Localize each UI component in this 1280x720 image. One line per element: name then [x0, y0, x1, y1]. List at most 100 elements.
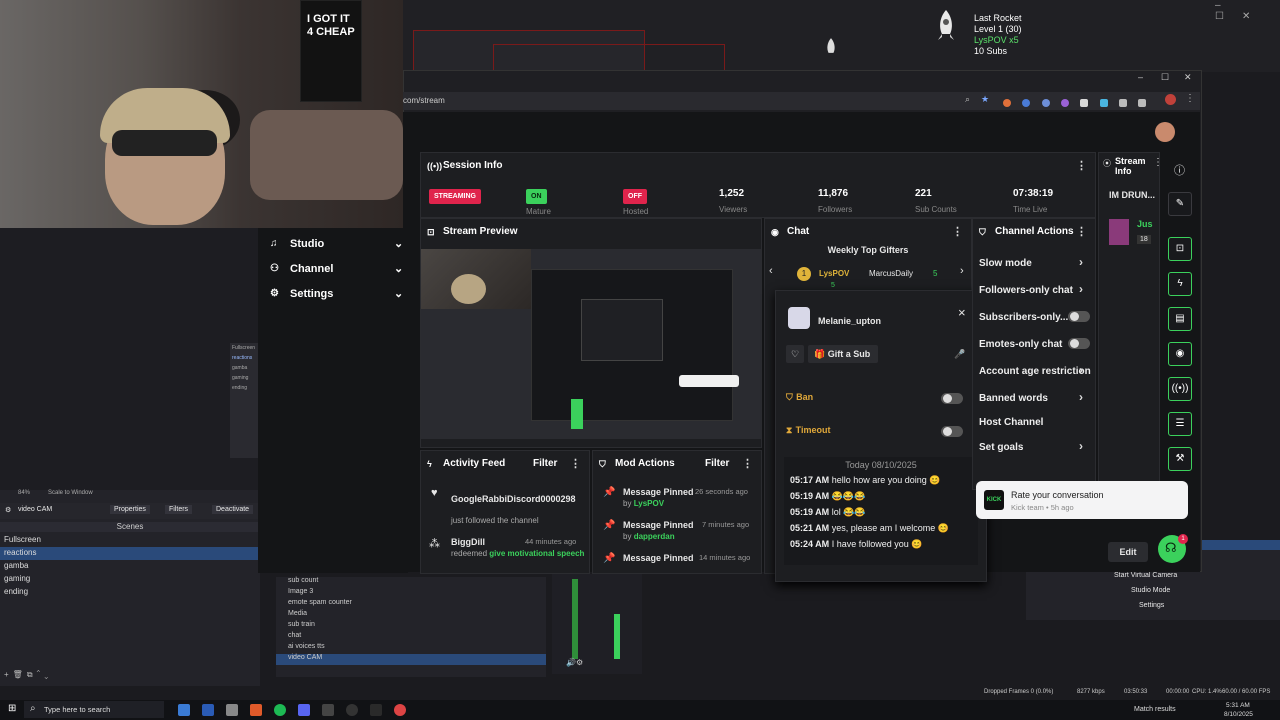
chevron-left-icon[interactable]: ‹	[769, 265, 773, 277]
toast-notification[interactable]: KICK Rate your conversation Kick team • …	[976, 481, 1188, 519]
more-options-icon[interactable]: ⋮	[1076, 153, 1087, 179]
app-icon[interactable]	[322, 704, 334, 716]
scene-item[interactable]: Fullscreen	[0, 534, 260, 547]
start-icon[interactable]: ⊞	[8, 703, 16, 714]
gifter-name[interactable]: LysPOV	[819, 269, 849, 278]
mute-icon[interactable]: 🔊⚙	[566, 658, 583, 667]
host-channel-row[interactable]: Host Channel	[973, 411, 1095, 438]
terminal-icon[interactable]	[370, 704, 382, 716]
slow-mode-row[interactable]: Slow mode ›	[973, 249, 1095, 276]
obs-icon[interactable]	[346, 704, 358, 716]
scale-dropdown[interactable]: Scale to Window	[48, 490, 93, 496]
deactivate-button[interactable]: Deactivate	[212, 505, 254, 514]
spotify-icon[interactable]	[274, 704, 286, 716]
emotes-only-row[interactable]: Emotes-only chat	[973, 330, 1095, 357]
studio-mode-button[interactable]: Studio Mode	[1131, 587, 1170, 594]
extension-icons[interactable]	[1003, 96, 1163, 107]
discord-icon[interactable]	[298, 704, 310, 716]
maximize-button[interactable]: ☐	[1161, 72, 1169, 83]
more-options-icon[interactable]: ⋮	[952, 219, 963, 245]
subscribers-only-row[interactable]: Subscribers-only...	[973, 303, 1095, 330]
source-item[interactable]: sub train	[276, 621, 546, 632]
chat-icon[interactable]: ◉	[1168, 342, 1192, 366]
broadcast-icon[interactable]: ((•))	[1168, 377, 1192, 401]
source-item[interactable]: chat	[276, 632, 546, 643]
preview-icon[interactable]: ⊡	[1168, 237, 1192, 261]
close-icon[interactable]: ×	[958, 305, 966, 320]
set-goals-row[interactable]: Set goals ›	[973, 438, 1095, 465]
timeout-toggle[interactable]	[941, 426, 963, 437]
subscribers-only-toggle[interactable]	[1068, 311, 1090, 322]
bookmark-star-icon[interactable]: ★	[981, 94, 989, 105]
filters-button[interactable]: Filters	[165, 505, 193, 514]
feed-username[interactable]: GoogleRabbiDiscord0000298	[451, 494, 576, 504]
more-options-icon[interactable]: ⋮	[742, 451, 753, 477]
menu-item-settings[interactable]: ⚙ Settings ⌄	[258, 282, 408, 307]
menu-item-studio[interactable]: ♫ Studio ⌄	[258, 232, 408, 257]
clock-time[interactable]: 5:31 AM	[1226, 702, 1250, 709]
menu-item-channel[interactable]: ⚇ Channel ⌄	[258, 257, 408, 282]
feed-username[interactable]: BiggDill	[451, 537, 485, 547]
popup-username[interactable]: Melanie_upton	[818, 316, 881, 326]
mod-user[interactable]: LysPOV	[634, 499, 664, 508]
clock-date[interactable]: 8/10/2025	[1224, 711, 1253, 718]
match-results[interactable]: Match results	[1134, 706, 1176, 713]
brave-icon[interactable]	[250, 704, 262, 716]
category-thumbnail[interactable]	[1109, 219, 1129, 245]
more-options-icon[interactable]: ⋮	[570, 451, 581, 477]
scene-controls[interactable]: +🗑⧉⌃⌄	[4, 670, 52, 680]
heart-icon[interactable]: ♡	[786, 345, 804, 363]
scene-item-selected[interactable]: reactions	[0, 547, 260, 560]
document-icon[interactable]: ▤	[1168, 307, 1192, 331]
mic-icon[interactable]: 🎤	[954, 349, 965, 360]
wrench-icon[interactable]: ⚒	[1168, 447, 1192, 471]
url-text[interactable]: com/stream	[403, 96, 445, 105]
properties-button[interactable]: Properties	[110, 505, 150, 514]
obs-window-controls[interactable]: –☐✕	[1215, 0, 1280, 22]
category-name[interactable]: Jus	[1137, 219, 1153, 229]
source-item[interactable]: emote spam counter	[276, 599, 546, 610]
virtual-camera-button[interactable]: Start Virtual Camera	[1114, 572, 1177, 579]
scene-item[interactable]: ending	[0, 586, 260, 599]
minimize-button[interactable]: –	[1138, 72, 1143, 82]
zoom-level[interactable]: 84%	[18, 490, 30, 496]
mod-user[interactable]: dapperdan	[634, 532, 675, 541]
scene-item[interactable]: gamba	[0, 560, 260, 573]
steam-app-icon[interactable]	[202, 704, 214, 716]
info-icon[interactable]: ⓘ	[1174, 162, 1185, 178]
close-button[interactable]: ✕	[1184, 72, 1192, 83]
filter-button[interactable]: Filter	[705, 451, 729, 477]
edit-button[interactable]: Edit	[1108, 542, 1148, 562]
source-item-selected[interactable]: video CAM	[276, 654, 546, 665]
more-options-icon[interactable]: ⋮	[1076, 219, 1087, 245]
source-item[interactable]: Image 3	[276, 588, 546, 599]
steam-icon[interactable]	[178, 704, 190, 716]
settings-app-icon[interactable]	[226, 704, 238, 716]
server-icon[interactable]: ☰	[1168, 412, 1192, 436]
gifter-name[interactable]: MarcusDaily	[869, 269, 913, 278]
followers-only-row[interactable]: Followers-only chat ›	[973, 276, 1095, 303]
profile-icon[interactable]	[1165, 94, 1176, 105]
banned-words-row[interactable]: Banned words ›	[973, 384, 1095, 411]
user-avatar[interactable]	[1155, 122, 1175, 142]
gift-sub-button[interactable]: 🎁 Gift a Sub	[808, 345, 878, 363]
mature-toggle[interactable]: ON	[526, 189, 547, 204]
ban-toggle[interactable]	[941, 393, 963, 404]
browser-menu-icon[interactable]: ⋮	[1185, 93, 1195, 104]
address-bar[interactable]: com/stream ⌕ ★ ⋮	[403, 92, 1200, 110]
support-chat-button[interactable]: ☊ 1	[1158, 534, 1188, 563]
account-age-row[interactable]: Account age restriction ›	[973, 357, 1095, 384]
settings-button[interactable]: Settings	[1139, 602, 1164, 609]
source-item[interactable]: Media	[276, 610, 546, 621]
hosted-toggle[interactable]: OFF	[623, 189, 647, 204]
chevron-right-icon[interactable]: ›	[960, 265, 964, 277]
preview-video[interactable]	[421, 249, 761, 439]
emotes-only-toggle[interactable]	[1068, 338, 1090, 349]
taskbar-search[interactable]: ⌕ Type here to search	[24, 701, 164, 718]
edit-icon[interactable]: ✎	[1168, 192, 1192, 216]
search-icon[interactable]: ⌕	[965, 94, 970, 105]
scene-item[interactable]: gaming	[0, 573, 260, 586]
source-item[interactable]: sub count	[276, 577, 546, 588]
chrome-icon[interactable]	[394, 704, 406, 716]
filter-button[interactable]: Filter	[533, 451, 557, 477]
